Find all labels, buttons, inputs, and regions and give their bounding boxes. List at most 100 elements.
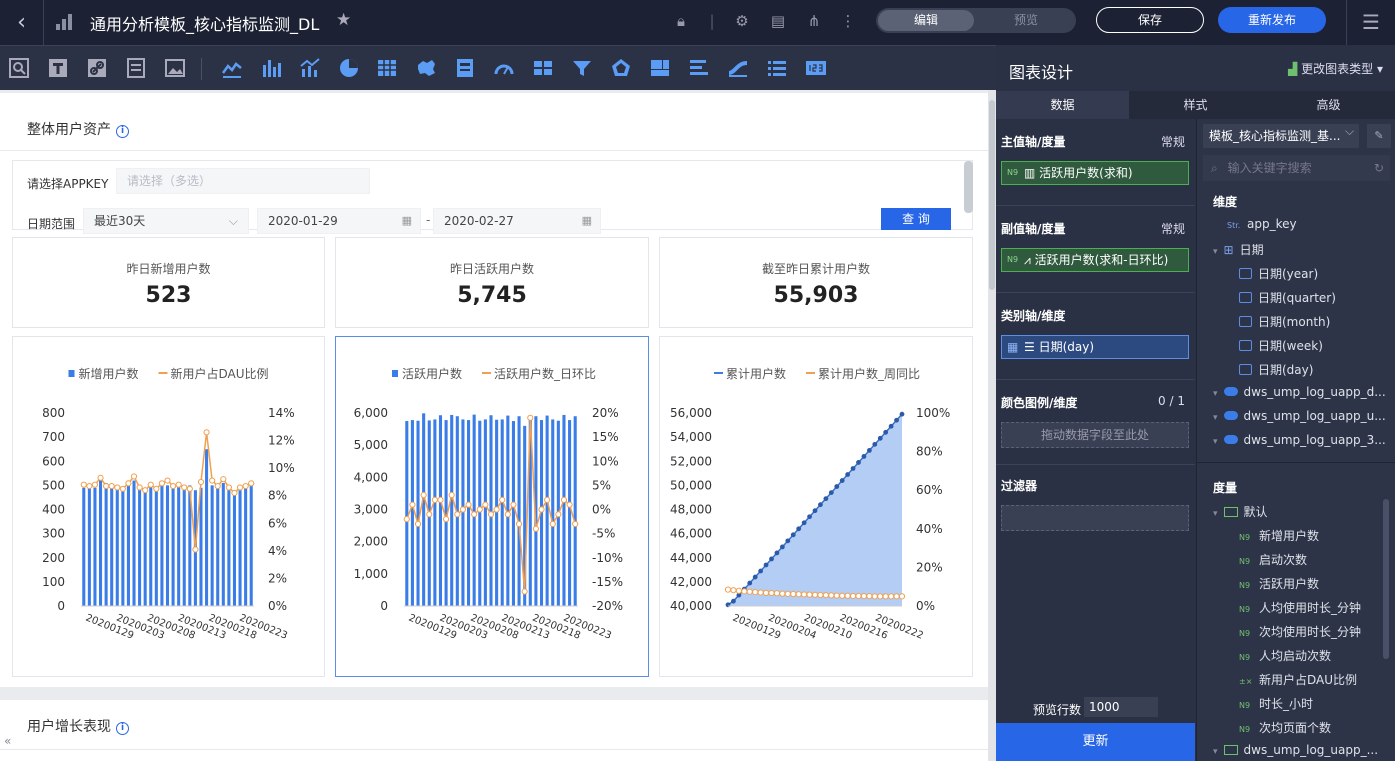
color-legend-dropzone[interactable]: 拖动数据字段至此处 (1001, 422, 1189, 448)
number-card-icon[interactable] (805, 57, 827, 79)
bar-chart-icon[interactable] (260, 57, 282, 79)
gauge-icon[interactable] (493, 57, 515, 79)
link-icon[interactable] (86, 57, 108, 79)
measure-item[interactable]: N9 时长_小时 (1239, 695, 1313, 712)
main-axis-field[interactable]: N9 ▥ 活跃用户数(求和) (1001, 161, 1189, 185)
star-icon[interactable]: ★ (336, 10, 351, 30)
dimension-item[interactable]: 日期(quarter) (1239, 289, 1336, 306)
radar-chart-icon[interactable] (610, 57, 632, 79)
combo-chart-icon[interactable] (299, 57, 321, 79)
measure-item[interactable]: N9 活跃用户数 (1239, 575, 1319, 592)
dimension-item[interactable]: ▾ dws_ump_log_uapp_3... (1213, 433, 1386, 447)
info-icon[interactable]: i (116, 125, 129, 138)
edit-dataset-icon[interactable]: ✎ (1367, 124, 1391, 148)
date-end-input[interactable]: 2020-02-27 ▦ (433, 208, 601, 234)
tab-container-icon[interactable] (125, 57, 147, 79)
measure-item[interactable]: N9 新增用户数 (1239, 527, 1319, 544)
measure-scrollbar[interactable] (1383, 499, 1389, 659)
dimension-item[interactable]: ▾ ⊞ 日期 (1213, 241, 1264, 258)
dimension-item[interactable]: ▾ dws_ump_log_uapp_d... (1213, 385, 1386, 399)
canvas-scrollbar-thumb[interactable] (989, 100, 995, 290)
filter-scrollbar[interactable] (964, 161, 973, 213)
preview-mode-tab[interactable]: 预览 (978, 10, 1074, 31)
active-users-chart[interactable]: 活跃用户数 活跃用户数_日环比 0 1,000 2,000 3,000 4,000 5,000… (335, 336, 649, 677)
image-icon[interactable] (164, 57, 186, 79)
date-start-input[interactable]: 2020-01-29 ▦ (257, 208, 421, 234)
more-vertical-icon[interactable]: ⋮ (838, 12, 858, 30)
category-field-label: 日期(day) (1038, 340, 1095, 354)
info-icon[interactable]: i (116, 722, 129, 735)
tab-data[interactable]: 数据 (996, 91, 1129, 119)
divider (1197, 462, 1395, 463)
total-users-chart[interactable]: 累计用户数 累计用户数_周同比 40,000 42,000 44,000 46,000 48… (659, 336, 973, 677)
date-range-select[interactable]: 最近30天 ⌵ (83, 208, 249, 234)
measure-item[interactable]: N9 次均使用时长_分钟 (1239, 623, 1361, 640)
new-users-chart[interactable]: 新增用户数 新用户占DAU比例 0 100 200 300 400 500 600 700 800 0… (12, 336, 325, 677)
dimension-item[interactable]: 日期(month) (1239, 313, 1330, 330)
file-settings-icon[interactable]: ▤ (768, 12, 788, 30)
measure-item[interactable]: N9 人均启动次数 (1239, 647, 1331, 664)
main-axis-mode[interactable]: 常规 (1161, 133, 1185, 150)
gear-icon[interactable]: ⚙ (732, 12, 752, 30)
text-icon[interactable] (47, 57, 69, 79)
legend-swatch (806, 372, 815, 374)
change-chart-type-button[interactable]: ▟ 更改图表类型 ▾ (1288, 60, 1383, 77)
bar (177, 486, 181, 606)
dimension-item[interactable]: 日期(year) (1239, 265, 1318, 282)
hamburger-menu-icon[interactable]: ☰ (1346, 0, 1395, 45)
refresh-icon[interactable]: ↻ (1374, 155, 1384, 181)
republish-button[interactable]: 重新发布 (1218, 7, 1326, 33)
table-icon[interactable] (376, 57, 398, 79)
sub-axis-mode[interactable]: 常规 (1161, 220, 1185, 237)
preview-rows-input[interactable]: 1000 (1084, 697, 1158, 717)
dataset-select[interactable]: 模板_核心指标监测_基... (1203, 124, 1359, 148)
y-right-tick-label: 6% (268, 516, 287, 530)
kpi-label: 昨日活跃用户数 (449, 262, 534, 276)
tab-advanced[interactable]: 高级 (1262, 91, 1395, 119)
bar-horizontal-icon[interactable] (688, 57, 710, 79)
field-search-input[interactable]: ⌕ 输入关键字搜索 ↻ (1203, 155, 1390, 181)
kpi-grid-icon[interactable] (532, 57, 554, 79)
indicator-card-icon[interactable] (454, 57, 476, 79)
sankey-icon[interactable] (727, 57, 749, 79)
update-button[interactable]: 更新 (996, 723, 1195, 761)
appkey-select[interactable]: 请选择（多选） (116, 168, 370, 194)
dimension-item[interactable]: 日期(day) (1239, 361, 1313, 378)
treemap-icon[interactable] (649, 57, 671, 79)
collapse-icon[interactable]: « (4, 734, 11, 748)
tab-style[interactable]: 样式 (1129, 91, 1262, 119)
map-icon[interactable] (415, 57, 437, 79)
filter-dropzone[interactable] (1001, 505, 1189, 531)
measure-folder[interactable]: ▾ 默认 (1213, 503, 1268, 520)
measure-item[interactable]: N9 人均使用时长_分钟 (1239, 599, 1361, 616)
dim-label: dws_ump_log_uapp_u... (1243, 409, 1386, 423)
query-button[interactable]: 查 询 (881, 208, 951, 230)
y-right-tick-label: 10% (592, 454, 619, 468)
measure-item[interactable]: N9 次均页面个数 (1239, 719, 1331, 736)
save-button[interactable]: 保存 (1096, 7, 1204, 33)
back-button[interactable]: ‹ (0, 0, 44, 45)
number-icon: N9 (1239, 653, 1251, 662)
dimension-item[interactable]: 日期(week) (1239, 337, 1323, 354)
sub-axis-field[interactable]: N9 ⩘ 活跃用户数(求和-日环比) (1001, 248, 1189, 272)
bar (165, 485, 170, 606)
measure-folder[interactable]: ▾ dws_ump_log_uapp_... (1213, 743, 1378, 757)
line-point (795, 591, 802, 598)
line-chart-icon[interactable] (221, 57, 243, 79)
pie-chart-icon[interactable] (338, 57, 360, 79)
measure-item[interactable]: ±× 新用户占DAU比例 (1239, 671, 1357, 688)
share-icon[interactable]: ⋔ (804, 12, 824, 30)
edit-mode-tab[interactable]: 编辑 (878, 10, 974, 31)
funnel-icon[interactable] (571, 57, 593, 79)
query-control-icon[interactable] (8, 57, 30, 79)
category-axis-field[interactable]: ▦ ☰ 日期(day) (1001, 335, 1189, 359)
lock-icon[interactable]: 🔒︎ (671, 12, 691, 30)
measure-tag-icon: N9 (1007, 168, 1019, 177)
dimension-item[interactable]: Str. app_key (1227, 217, 1297, 231)
measure-item[interactable]: N9 启动次数 (1239, 551, 1307, 568)
dimension-item[interactable]: ▾ dws_ump_log_uapp_u... (1213, 409, 1386, 423)
list-icon[interactable] (766, 57, 788, 79)
number-icon: N9 (1239, 725, 1251, 734)
line-point (515, 520, 523, 528)
folder-icon (1223, 745, 1238, 755)
